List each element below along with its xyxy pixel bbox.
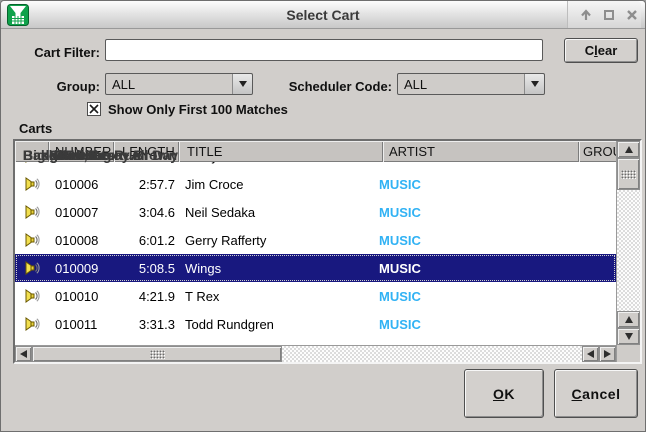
cart-row[interactable]: 010012 2:54.7 Big Shot Billy Joel MUSIC (15, 338, 616, 345)
cart-group: MUSIC (375, 338, 459, 345)
shade-icon (579, 8, 593, 22)
group-select[interactable]: ALL (105, 73, 253, 95)
clear-button[interactable]: Clear (564, 38, 638, 63)
cart-group: MUSIC (375, 226, 459, 254)
cart-artist: Neil Sedaka (179, 198, 375, 226)
speaker-icon (24, 232, 40, 248)
scheduler-code-select[interactable]: ALL (397, 73, 545, 95)
vertical-scrollbar[interactable] (617, 141, 640, 345)
cart-title: Big Shot (15, 162, 219, 169)
chevron-down-icon (531, 81, 539, 87)
cart-length: 2:57.7 (114, 170, 179, 198)
carts-table-body: 010005 3:08.8 Backstabbers O'Jays MUSIC … (15, 162, 616, 345)
ok-button[interactable]: OK (464, 369, 544, 418)
cart-row[interactable]: 010010 4:21.9 Bang A Gong T Rex MUSIC (15, 282, 616, 310)
checkmark-x-icon (89, 104, 99, 114)
cart-row[interactable]: 010011 3:31.3 Bang The Drum All Day Todd… (15, 310, 616, 338)
vertical-scroll-track[interactable] (617, 190, 640, 311)
cart-group: MUSIC (375, 198, 459, 226)
shade-button[interactable] (576, 5, 595, 24)
cart-row[interactable]: 010006 2:57.7 Bad, Bad, Leroy Brown Jim … (15, 170, 616, 198)
scroll-left-button-2[interactable] (582, 346, 599, 362)
close-button[interactable] (622, 5, 641, 24)
cart-number: 010006 (49, 170, 114, 198)
speaker-icon (24, 316, 40, 332)
speaker-icon (24, 176, 40, 192)
close-icon (625, 8, 639, 22)
show-first-100-label: Show Only First 100 Matches (108, 102, 288, 117)
scroll-left-button[interactable] (15, 346, 32, 362)
cart-row[interactable]: 010008 6:01.2 Baker Street Gerry Raffert… (15, 226, 616, 254)
scroll-up-button[interactable] (617, 141, 640, 158)
horizontal-scroll-thumb[interactable] (32, 346, 282, 362)
speaker-icon (24, 204, 40, 220)
cart-group: MUSIC (375, 254, 459, 282)
thumb-grip (150, 350, 165, 359)
cart-length: 4:21.9 (114, 282, 179, 310)
cart-number: 010007 (49, 198, 114, 226)
cart-artist: Wings (179, 254, 375, 282)
cart-artist: T Rex (179, 282, 375, 310)
scroll-right-button[interactable] (599, 346, 616, 362)
scheduler-dropdown-button[interactable] (524, 74, 544, 94)
titlebar[interactable]: Select Cart (1, 1, 645, 29)
maximize-icon (602, 8, 616, 22)
maximize-button[interactable] (599, 5, 618, 24)
scroll-up-icon (625, 146, 633, 153)
horizontal-scrollbar[interactable] (15, 345, 616, 362)
cart-artist: Jim Croce (179, 170, 375, 198)
cart-number: 010012 (49, 338, 114, 345)
carts-table: NUMBER LENGTH TITLE ARTIST GROUP 010005 … (13, 139, 642, 364)
scroll-up-icon (625, 316, 633, 323)
cart-number: 010009 (49, 254, 114, 282)
cart-number: 010008 (49, 226, 114, 254)
cart-length: 3:31.3 (114, 310, 179, 338)
scroll-left-icon (20, 350, 27, 358)
carts-section-label: Carts (19, 121, 52, 136)
window-title: Select Cart (1, 1, 645, 29)
horizontal-scroll-track[interactable] (282, 346, 582, 362)
scroll-right-icon (604, 350, 611, 358)
scheduler-selected-value: ALL (398, 74, 524, 94)
vertical-scroll-thumb[interactable] (617, 158, 640, 190)
cart-length: 5:08.5 (114, 254, 179, 282)
column-header-group[interactable]: GROUP (579, 141, 616, 162)
cart-group: MUSIC (375, 282, 459, 310)
cart-number: 010010 (49, 282, 114, 310)
cart-artist: Todd Rundgren (179, 310, 375, 338)
scroll-up-button-2[interactable] (617, 311, 640, 328)
cart-row[interactable]: 010007 3:04.6 Bad Blood Neil Sedaka MUSI… (15, 198, 616, 226)
show-first-100-checkbox[interactable] (87, 102, 101, 116)
cart-row[interactable]: 010009 5:08.5 Band On The Run Wings MUSI… (15, 254, 616, 282)
speaker-icon (24, 260, 40, 276)
cart-group: MUSIC (375, 162, 459, 170)
select-cart-dialog: Select Cart Cart Filter: Clear Group: AL… (0, 0, 646, 432)
cart-filter-input[interactable] (105, 39, 543, 61)
cart-length: 2:54.7 (114, 338, 179, 345)
cart-artist: Billy Joel (179, 338, 375, 345)
group-selected-value: ALL (106, 74, 232, 94)
cart-number: 010011 (49, 310, 114, 338)
chevron-down-icon (239, 81, 247, 87)
group-label: Group: (21, 79, 100, 94)
window-controls (567, 1, 641, 28)
group-dropdown-button[interactable] (232, 74, 252, 94)
cancel-button[interactable]: Cancel (554, 369, 638, 418)
scroll-down-button[interactable] (617, 328, 640, 345)
cart-group: MUSIC (375, 170, 459, 198)
cart-filter-label: Cart Filter: (21, 45, 100, 60)
column-header-artist[interactable]: ARTIST (383, 141, 579, 162)
cart-group: MUSIC (375, 310, 459, 338)
scrollbar-corner (617, 345, 640, 362)
scheduler-code-label: Scheduler Code: (257, 79, 392, 94)
scroll-down-icon (625, 333, 633, 340)
thumb-grip (621, 170, 636, 179)
cart-length: 6:01.2 (114, 226, 179, 254)
cart-length: 3:04.6 (114, 198, 179, 226)
cart-artist: Gerry Rafferty (179, 226, 375, 254)
scroll-left-icon (587, 350, 594, 358)
speaker-icon (24, 288, 40, 304)
